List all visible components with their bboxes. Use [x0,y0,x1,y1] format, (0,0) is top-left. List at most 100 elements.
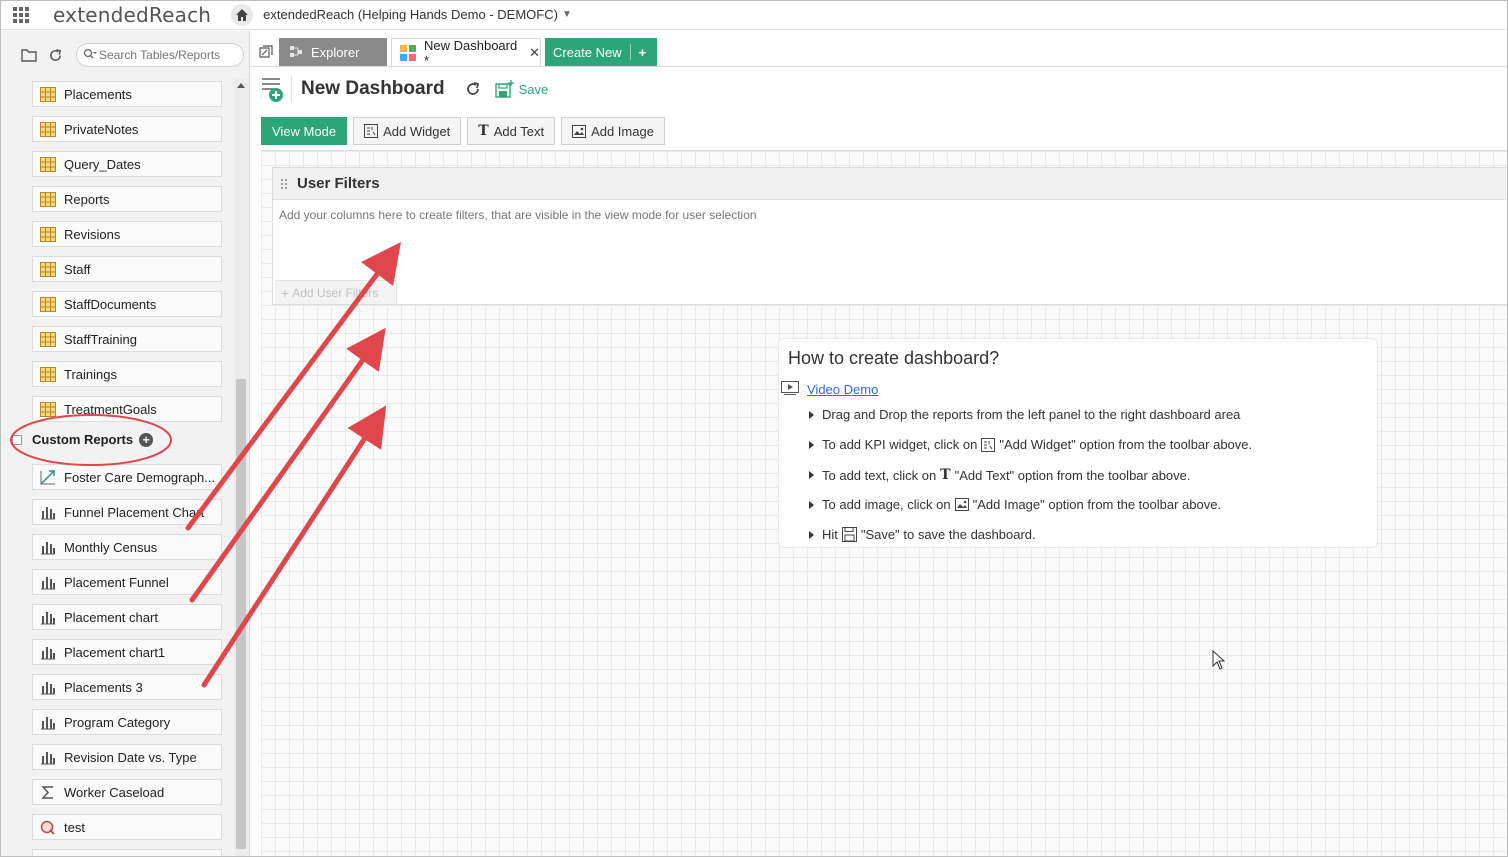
dashboard-list-add-icon[interactable] [261,75,285,103]
home-icon[interactable] [231,3,254,26]
table-icon [39,191,56,207]
sidebar-report-item[interactable]: Monthly Census [32,534,222,560]
table-icon [39,156,56,172]
sigma-icon [39,784,56,800]
sidebar-table-item[interactable]: Reports [32,186,222,212]
sidebar-table-item[interactable]: Staff [32,256,222,282]
table-icon [39,121,56,137]
widget-icon [981,437,996,452]
dashboard-header: New Dashboard Save [251,70,1508,108]
table-icon [39,366,56,382]
video-demo-row: Video Demo [781,381,878,398]
sidebar-report-item[interactable]: Program Category [32,709,222,735]
add-text-button[interactable]: T Add Text [467,117,556,145]
how-to-panel: How to create dashboard? Video Demo Drag… [778,338,1378,548]
how-to-title: How to create dashboard? [788,348,1000,368]
sidebar-table-item[interactable]: Placements [32,81,222,107]
image-icon [954,498,969,511]
user-filters-panel[interactable]: User Filters Add your columns here to cr… [272,167,1508,305]
workspace-selector[interactable]: extendedReach (Helping Hands Demo - DEMO… [263,7,558,22]
sidebar-table-item[interactable]: Query_Dates [32,151,222,177]
user-filters-hint: Add your columns here to create filters,… [279,208,757,222]
drag-handle-icon[interactable] [281,178,289,189]
bullet-arrow-icon [809,440,814,449]
add-image-button[interactable]: Add Image [561,117,665,145]
sidebar-report-item[interactable]: Placement chart1 [32,639,222,665]
section-title: Custom Reports [32,432,134,447]
how-to-step: To add KPI widget, click on "Add Widget"… [809,437,1252,452]
sidebar-report-item[interactable]: Worker Caseload [32,779,222,805]
sidebar-report-item[interactable]: Foster Care Demograph... [32,464,222,490]
table-icon [39,86,56,102]
bar-chart-icon [39,644,56,660]
how-to-step: Drag and Drop the reports from the left … [809,407,1240,422]
video-icon [781,381,799,398]
query-icon [39,819,56,835]
sidebar-report-item[interactable]: Placement Funnel [32,569,222,595]
save-icon [494,80,515,98]
sidebar-table-item[interactable]: StaffTraining [32,326,222,352]
sidebar-table-item[interactable]: StaffDocuments [32,291,222,317]
refresh-icon[interactable] [465,81,481,97]
bar-chart-icon [39,539,56,555]
sidebar-scrollbar[interactable] [234,79,248,857]
refresh-icon[interactable] [46,46,64,64]
bar-chart-icon [39,749,56,765]
add-tab-icon[interactable]: + [639,45,647,60]
add-widget-button[interactable]: Add Widget [353,117,462,145]
add-user-filters-button[interactable]: + Add User Filters [275,280,397,304]
text-icon: T [478,123,489,139]
search-input[interactable] [99,48,239,62]
how-to-step: To add text, click on T "Add Text" optio… [809,467,1191,483]
video-demo-link[interactable]: Video Demo [807,382,878,397]
tab-bar: Explorer New Dashboard * ✕ Create New + [251,31,1508,69]
how-to-step: Hit "Save" to save the dashboard. [809,527,1036,542]
user-filters-header[interactable]: User Filters [273,168,1507,200]
widget-icon [364,124,379,138]
how-to-step: To add image, click on "Add Image" optio… [809,497,1221,512]
scroll-up-arrow-icon[interactable] [237,83,245,88]
view-mode-button[interactable]: View Mode [261,117,348,145]
dashboard-toolbar: View Mode Add Widget T Add Text Add Imag… [261,117,671,145]
sidebar-report-item[interactable] [32,849,222,857]
save-button[interactable]: Save [494,80,548,98]
page-title: New Dashboard [301,78,445,99]
restore-panel-icon[interactable] [259,45,273,59]
sidebar-table-item[interactable]: TreatmentGoals [32,396,222,422]
close-tab-icon[interactable]: ✕ [529,45,540,61]
table-icon [39,226,56,242]
bar-chart-icon [39,574,56,590]
bar-chart-icon [39,714,56,730]
add-report-icon[interactable]: + [139,432,154,447]
sidebar: Placements PrivateNotes Query_Dates Repo… [0,31,250,857]
sidebar-table-item[interactable]: Trainings [32,361,222,387]
dashboard-icon [400,44,416,61]
table-icon [39,261,56,277]
sidebar-report-item[interactable]: Placement chart [32,604,222,630]
sidebar-report-item[interactable]: test [32,814,222,840]
save-icon [841,527,857,542]
collapse-icon[interactable] [12,434,22,445]
bullet-arrow-icon [809,530,814,539]
table-icon [39,296,56,312]
custom-reports-section[interactable]: Custom Reports + [12,432,154,447]
create-new-button[interactable]: Create New + [545,38,657,66]
bar-chart-icon [39,609,56,625]
folder-icon[interactable] [20,46,38,64]
text-icon: T [940,467,951,483]
apps-grid-icon[interactable] [13,6,29,23]
sidebar-report-item[interactable]: Revision Date vs. Type [32,744,222,770]
tab-explorer[interactable]: Explorer [279,38,387,66]
tab-new-dashboard[interactable]: New Dashboard * ✕ [391,38,541,68]
bullet-arrow-icon [809,471,814,479]
chevron-down-icon[interactable]: ▼ [562,9,572,20]
sidebar-list: Placements PrivateNotes Query_Dates Repo… [0,79,236,857]
table-icon [39,331,56,347]
sidebar-report-item[interactable]: Funnel Placement Chart [32,499,222,525]
sidebar-table-item[interactable]: Revisions [32,221,222,247]
scroll-thumb[interactable] [236,379,246,849]
scatter-chart-icon [39,469,56,485]
bullet-arrow-icon [809,500,814,509]
sidebar-report-item[interactable]: Placements 3 [32,674,222,700]
sidebar-table-item[interactable]: PrivateNotes [32,116,222,142]
